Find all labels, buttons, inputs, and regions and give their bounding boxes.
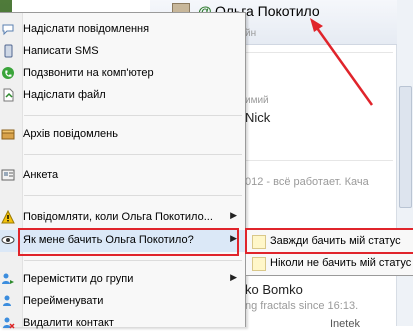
annotation-arrow-icon <box>310 18 374 106</box>
